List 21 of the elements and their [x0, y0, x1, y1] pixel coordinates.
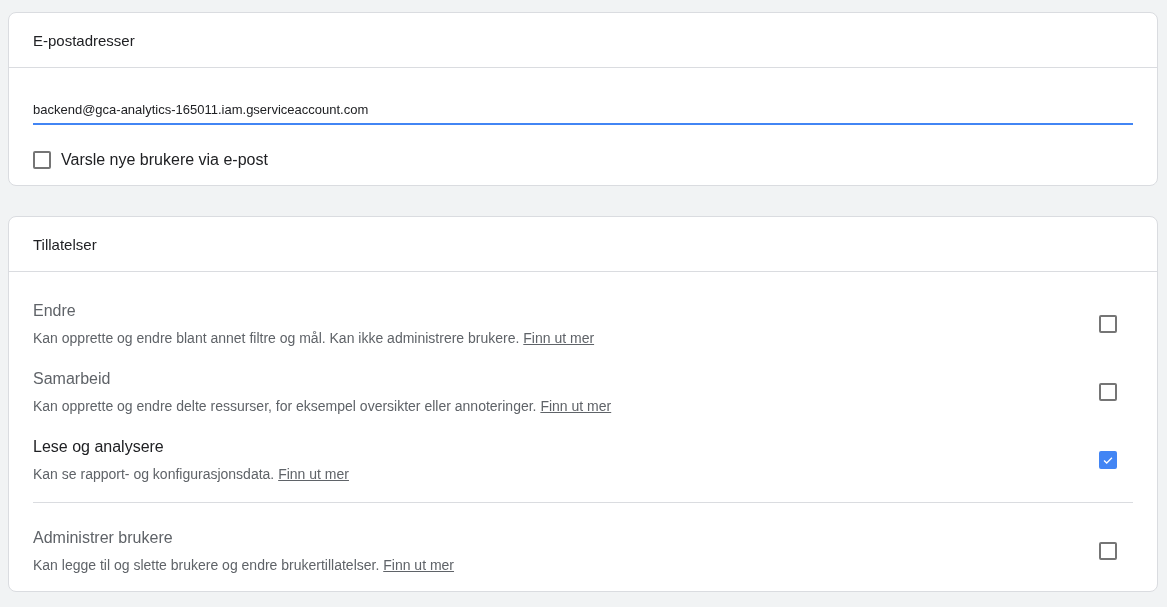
- permission-description: Kan se rapport- og konfigurasjonsdata. Finn ut mer: [33, 466, 349, 482]
- permission-title: Lese og analysere: [33, 438, 165, 456]
- permission-checkbox[interactable]: [1099, 542, 1117, 560]
- permission-title: Administrer brukere: [33, 529, 174, 547]
- checkbox-label: Varsle nye brukere via e-post: [61, 151, 268, 169]
- permission-checkbox[interactable]: [1099, 451, 1117, 469]
- permission-description: Kan opprette og endre blant annet filtre og mål. Kan ikke administrere brukere. Finn ut mer: [33, 330, 595, 346]
- permission-title: Samarbeid: [33, 370, 112, 388]
- permission-description: Kan opprette og endre delte ressurser, for eksempel oversikter eller annoteringer. Finn ut mer: [33, 398, 612, 414]
- notify-checkbox[interactable]: [33, 151, 51, 169]
- learn-more-link[interactable]: Finn ut mer: [383, 557, 455, 573]
- permission-description: Kan legge til og slette brukere og endre brukertillatelser. Finn ut mer: [33, 557, 455, 573]
- card-title: E-postadresser: [9, 13, 1157, 68]
- card-title: Tillatelser: [9, 217, 1157, 272]
- learn-more-link[interactable]: Finn ut mer: [540, 398, 612, 414]
- permission-checkbox[interactable]: [1099, 383, 1117, 401]
- permission-checkbox[interactable]: [1099, 315, 1117, 333]
- email-input-field[interactable]: backend@gca-analytics-165011.iam.gserviceaccount.com: [33, 102, 1133, 125]
- permission-title: Endre: [33, 302, 77, 320]
- learn-more-link[interactable]: Finn ut mer: [278, 466, 349, 482]
- learn-more-link[interactable]: Finn ut mer: [523, 330, 595, 346]
